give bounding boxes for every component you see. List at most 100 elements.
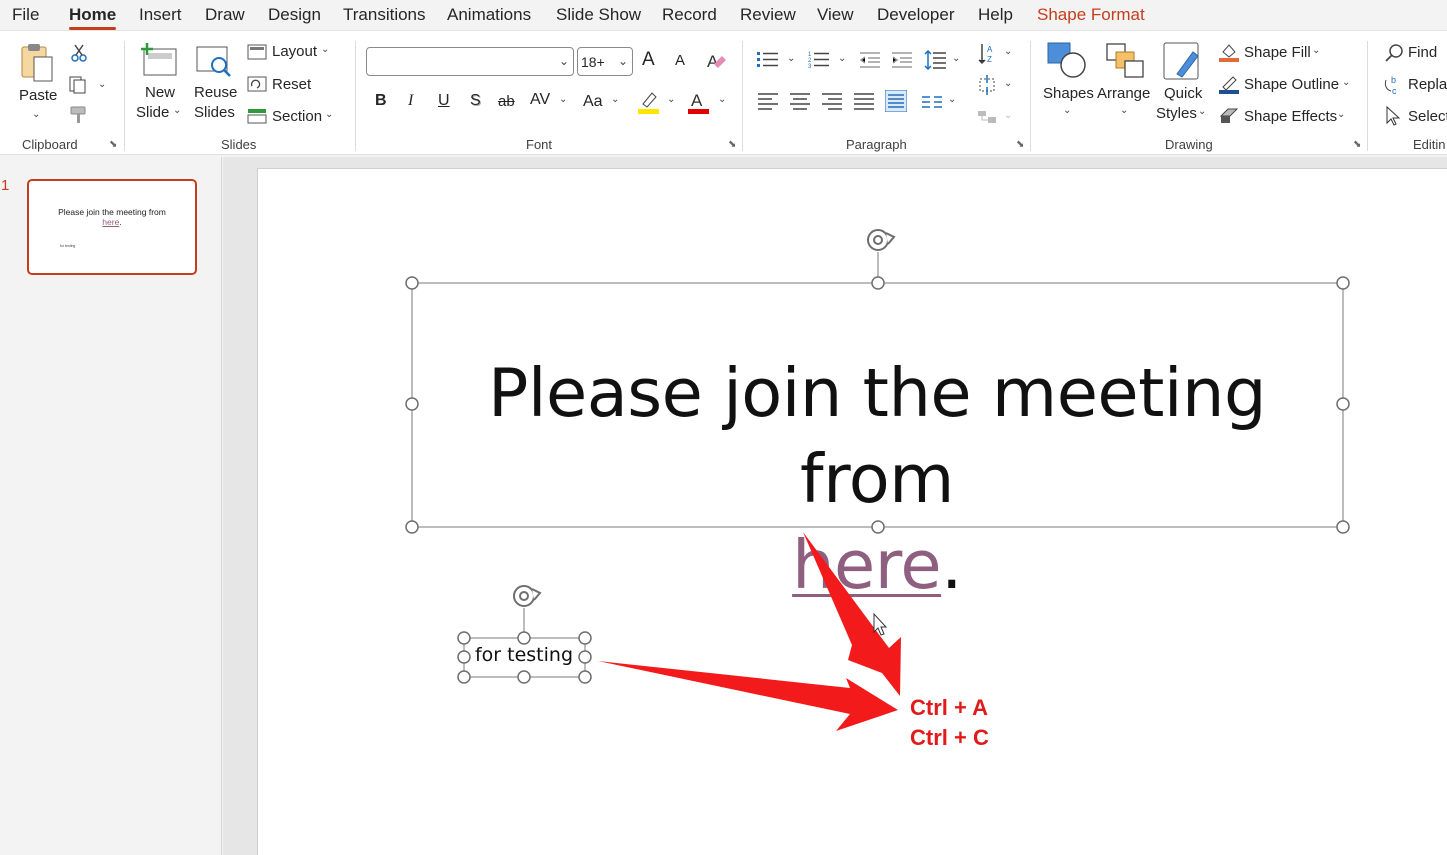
align-right-icon[interactable] [822, 92, 842, 110]
strikethrough-button[interactable]: ab [498, 93, 515, 110]
reuse-slides-icon[interactable] [195, 45, 233, 79]
justify-icon[interactable] [854, 92, 874, 110]
chevron-down-icon[interactable]: ⌄ [32, 109, 40, 120]
quick-styles-label-2[interactable]: Styles [1156, 105, 1197, 122]
chevron-down-icon[interactable]: ⌄ [98, 79, 106, 90]
section-button[interactable]: Section [272, 108, 322, 125]
chevron-down-icon[interactable]: ⌄ [838, 53, 846, 64]
tab-draw[interactable]: Draw [205, 5, 245, 25]
chevron-down-icon[interactable]: ⌄ [173, 105, 181, 116]
tab-review[interactable]: Review [740, 5, 796, 25]
quick-styles-label-1[interactable]: Quick [1164, 85, 1202, 102]
font-name-dropdown[interactable]: ⌄ [366, 47, 574, 76]
small-textbox[interactable]: for testing [464, 644, 584, 666]
select-cursor-icon[interactable] [1385, 106, 1401, 126]
find-button[interactable]: Find [1408, 44, 1437, 61]
new-slide-label-1[interactable]: New [145, 84, 175, 101]
grow-font-button[interactable]: A [642, 49, 655, 71]
highlight-icon[interactable] [638, 90, 660, 114]
reset-button[interactable]: Reset [272, 76, 311, 93]
smartart-icon[interactable] [976, 107, 998, 127]
chevron-down-icon[interactable]: ⌄ [325, 109, 333, 120]
italic-button[interactable]: I [408, 92, 413, 110]
clear-formatting-icon[interactable]: A [706, 50, 728, 72]
chevron-down-icon[interactable]: ⌄ [787, 53, 795, 64]
reuse-slides-label-2[interactable]: Slides [194, 104, 235, 121]
format-painter-icon[interactable] [68, 105, 90, 125]
chevron-down-icon[interactable]: ⌄ [1004, 110, 1012, 121]
reuse-slides-label-1[interactable]: Reuse [194, 84, 237, 101]
chevron-down-icon[interactable]: ⌄ [1004, 78, 1012, 89]
tab-insert[interactable]: Insert [139, 5, 182, 25]
chevron-down-icon[interactable]: ⌄ [718, 94, 726, 105]
chevron-down-icon[interactable]: ⌄ [1342, 77, 1350, 88]
new-slide-icon[interactable] [140, 43, 178, 77]
arrange-button[interactable]: Arrange [1097, 85, 1150, 102]
tab-slide-show[interactable]: Slide Show [556, 5, 641, 25]
layout-button[interactable]: Layout [272, 43, 317, 60]
chevron-down-icon[interactable]: ⌄ [559, 94, 567, 105]
tab-developer[interactable]: Developer [877, 5, 955, 25]
line-spacing-icon[interactable] [924, 50, 946, 70]
font-color-icon[interactable]: A [688, 90, 710, 114]
reset-icon[interactable] [247, 76, 267, 92]
dialog-launcher-icon[interactable]: ⬊ [1016, 139, 1024, 150]
chevron-down-icon[interactable]: ⌄ [1198, 106, 1206, 117]
cut-icon[interactable] [70, 43, 88, 63]
layout-icon[interactable] [247, 44, 267, 60]
columns-icon[interactable] [922, 95, 942, 109]
text-direction-icon[interactable]: AZ [978, 43, 998, 65]
underline-button[interactable]: U [438, 92, 450, 110]
copy-icon[interactable] [68, 75, 88, 95]
decrease-indent-icon[interactable] [860, 51, 880, 69]
shape-outline-icon[interactable] [1219, 74, 1239, 94]
chevron-down-icon[interactable]: ⌄ [321, 44, 329, 55]
change-case-button[interactable]: Aa [583, 93, 603, 111]
chevron-down-icon[interactable]: ⌄ [1063, 105, 1071, 116]
select-button[interactable]: Select [1408, 108, 1447, 125]
new-slide-label-2[interactable]: Slide [136, 104, 169, 121]
align-text-icon[interactable] [976, 75, 998, 95]
here-hyperlink[interactable]: here [792, 526, 941, 604]
arrange-icon[interactable] [1106, 43, 1144, 79]
section-icon[interactable] [247, 108, 267, 124]
tab-view[interactable]: View [817, 5, 854, 25]
tab-record[interactable]: Record [662, 5, 717, 25]
distributed-icon[interactable] [885, 90, 907, 112]
tab-design[interactable]: Design [268, 5, 321, 25]
tab-transitions[interactable]: Transitions [343, 5, 426, 25]
bold-button[interactable]: B [375, 92, 387, 110]
tab-help[interactable]: Help [978, 5, 1013, 25]
bullets-icon[interactable] [757, 51, 779, 69]
character-spacing-button[interactable]: AV [530, 91, 550, 109]
chevron-down-icon[interactable]: ⌄ [952, 53, 960, 64]
tab-file[interactable]: File [12, 5, 39, 25]
replace-icon[interactable]: bc [1383, 74, 1403, 96]
title-textbox[interactable]: Please join the meeting from here. [412, 350, 1342, 608]
dialog-launcher-icon[interactable]: ⬊ [109, 139, 117, 150]
paste-button[interactable] [20, 41, 56, 88]
tab-animations[interactable]: Animations [447, 5, 531, 25]
shapes-button[interactable]: Shapes [1043, 85, 1094, 102]
shape-effects-icon[interactable] [1219, 107, 1239, 125]
quick-styles-icon[interactable] [1163, 42, 1203, 82]
font-size-dropdown[interactable]: 18+ ⌄ [577, 47, 633, 76]
increase-indent-icon[interactable] [892, 51, 912, 69]
tab-shape-format[interactable]: Shape Format [1037, 5, 1145, 25]
replace-button[interactable]: Replac [1408, 76, 1447, 93]
chevron-down-icon[interactable]: ⌄ [948, 94, 956, 105]
search-icon[interactable] [1384, 43, 1404, 63]
shape-outline-button[interactable]: Shape Outline [1244, 76, 1339, 93]
shadow-button[interactable]: S [470, 92, 481, 110]
align-left-icon[interactable] [758, 92, 778, 110]
dialog-launcher-icon[interactable]: ⬊ [728, 139, 736, 150]
numbering-icon[interactable]: 123 [808, 51, 830, 69]
align-center-icon[interactable] [790, 92, 810, 110]
shape-effects-button[interactable]: Shape Effects [1244, 108, 1337, 125]
chevron-down-icon[interactable]: ⌄ [1004, 46, 1012, 57]
chevron-down-icon[interactable]: ⌄ [1337, 109, 1345, 120]
slide-thumbnail[interactable]: Please join the meeting from here. for t… [27, 179, 197, 275]
dialog-launcher-icon[interactable]: ⬊ [1353, 139, 1361, 150]
shape-fill-icon[interactable] [1219, 42, 1239, 62]
shrink-font-button[interactable]: A [675, 52, 685, 69]
